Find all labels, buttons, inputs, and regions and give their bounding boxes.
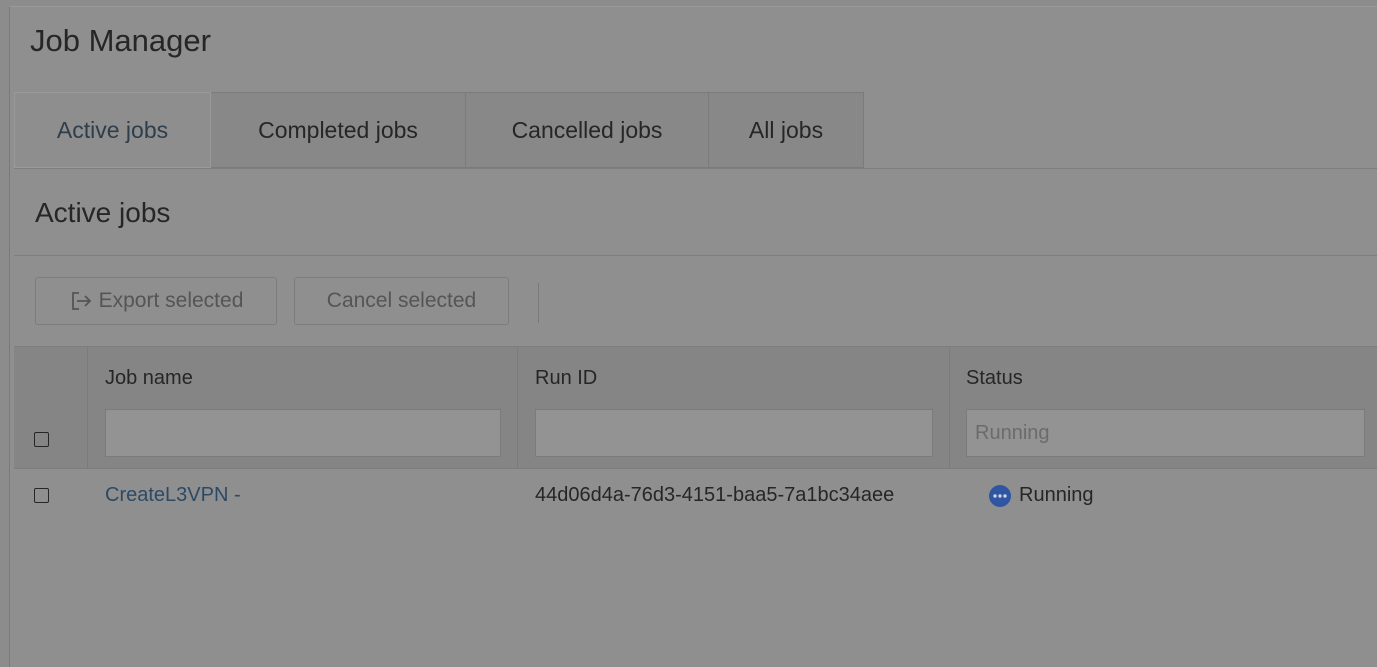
export-icon — [71, 292, 91, 310]
tab-completed-jobs[interactable]: Completed jobs — [211, 92, 466, 168]
section-divider — [14, 255, 1377, 256]
tab-cancelled-jobs[interactable]: Cancelled jobs — [466, 92, 709, 168]
tab-active-jobs[interactable]: Active jobs — [14, 92, 211, 168]
run-id-cell: 44d06d4a-76d3-4151-baa5-7a1bc34aee — [535, 484, 895, 506]
column-separator — [949, 347, 950, 468]
tab-divider — [14, 168, 1377, 169]
column-header-job-name[interactable]: Job name — [105, 367, 193, 390]
section-title: Active jobs — [35, 197, 171, 228]
status-cell: Running — [1019, 484, 1094, 506]
page-title: Job Manager — [30, 23, 211, 58]
status-filter-input[interactable]: Running — [966, 409, 1365, 457]
cancel-selected-button[interactable]: Cancel selected — [294, 277, 509, 325]
column-separator — [517, 347, 518, 468]
column-header-run-id[interactable]: Run ID — [535, 367, 597, 390]
cancel-selected-label: Cancel selected — [326, 289, 477, 312]
export-selected-button[interactable]: Export selected — [35, 277, 277, 325]
job-manager-window: Job Manager Active jobs Completed jobs C… — [9, 6, 1377, 667]
tab-all-jobs[interactable]: All jobs — [709, 92, 864, 168]
column-separator — [87, 347, 88, 468]
run-id-filter-input[interactable] — [535, 409, 933, 457]
job-name-filter-input[interactable] — [105, 409, 501, 457]
table-header: Job name Run ID Status Running — [14, 346, 1377, 469]
tab-bar: Active jobs Completed jobs Cancelled job… — [14, 92, 864, 168]
job-name-link[interactable]: CreateL3VPN - — [105, 484, 241, 507]
row-checkbox[interactable] — [34, 488, 49, 503]
select-all-checkbox[interactable] — [34, 432, 49, 447]
running-dots-icon — [989, 485, 1011, 507]
toolbar-separator — [538, 283, 539, 323]
export-selected-label: Export selected — [98, 289, 244, 312]
column-header-status[interactable]: Status — [966, 367, 1023, 390]
